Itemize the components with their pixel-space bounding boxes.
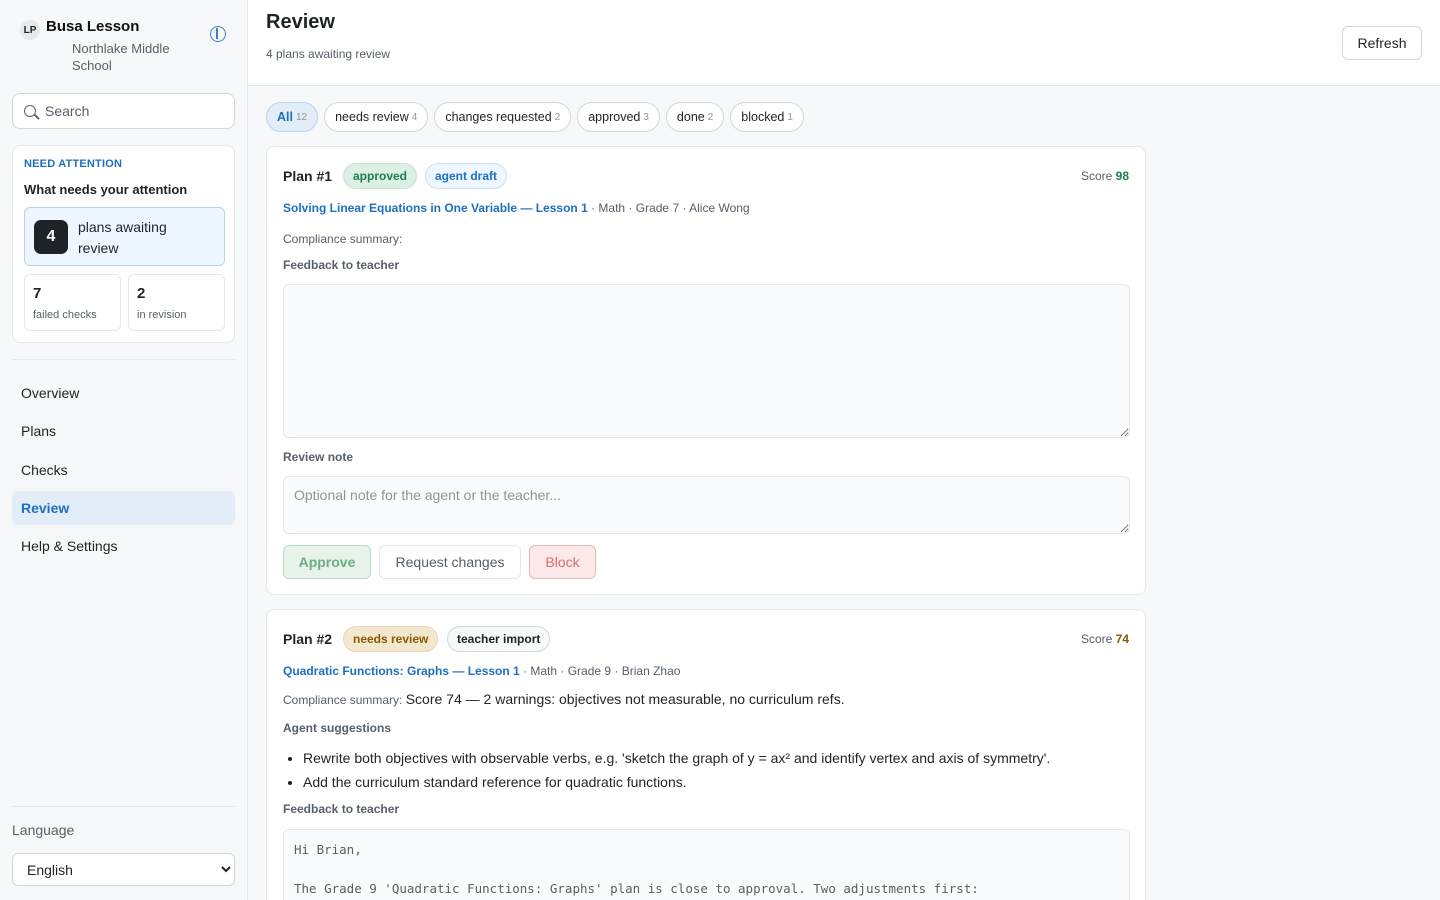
feedback-label: Feedback to teacher <box>283 802 400 816</box>
status-badge: needs review <box>343 626 439 652</box>
filter-label: approved <box>588 110 641 124</box>
sidebar-toggle-icon[interactable] <box>210 26 226 42</box>
feedback-textarea[interactable] <box>283 284 1130 438</box>
sidebar-divider <box>12 806 235 807</box>
nav-item-help-settings[interactable]: Help & Settings <box>12 529 235 563</box>
compliance-label: Compliance summary: <box>283 693 403 707</box>
filter-count: 4 <box>411 111 418 123</box>
nav-item-checks[interactable]: Checks <box>12 453 235 487</box>
status-badge: approved <box>343 163 418 189</box>
page-title: Review <box>266 11 335 33</box>
attention-panel: NEED ATTENTION What needs your attention… <box>12 145 235 343</box>
page-subtitle: 4 plans awaiting review <box>266 47 391 61</box>
filter-label: needs review <box>335 110 409 124</box>
score-value: 74 <box>1115 632 1129 646</box>
brand: LP Busa Lesson Northlake Middle School <box>20 18 230 78</box>
attention-title: What needs your attention <box>24 182 188 197</box>
status-filters: All 12 needs review 4 changes requested 2 a… <box>266 102 804 132</box>
refresh-button[interactable]: Refresh <box>1342 26 1422 60</box>
plan-title: Plan #2 <box>283 631 333 647</box>
feedback-textarea[interactable]: Hi Brian, The Grade 9 'Quadratic Functio… <box>283 829 1130 900</box>
source-badge: teacher import <box>447 626 551 652</box>
plan-score: Score 74 <box>1081 632 1129 646</box>
awaiting-review-label: plans awaiting review <box>78 219 167 256</box>
plan-card: Plan #2 needs review teacher import Scor… <box>266 609 1146 900</box>
suggestions-label: Agent suggestions <box>283 721 392 735</box>
awaiting-review-card[interactable]: 4 plans awaiting review <box>24 207 225 266</box>
filter-count: 2 <box>554 111 561 123</box>
sidebar-divider <box>12 359 235 360</box>
filter-blocked[interactable]: blocked 1 <box>730 102 804 132</box>
nav-item-plans[interactable]: Plans <box>12 414 235 448</box>
review-note-label: Review note <box>283 450 354 464</box>
filter-count: 3 <box>643 111 649 123</box>
in-revision-card[interactable]: 2 in revision <box>128 274 225 331</box>
filter-all[interactable]: All 12 <box>266 102 319 132</box>
filter-label: All <box>277 110 293 124</box>
suggestion-item: Rewrite both objectives with observable … <box>303 746 1050 770</box>
filter-count: 1 <box>787 111 793 123</box>
brand-name: Busa Lesson <box>46 18 140 35</box>
feedback-label: Feedback to teacher <box>283 258 400 272</box>
search-icon <box>24 105 36 117</box>
compliance-value: Score 74 — 2 warnings: objectives not me… <box>405 691 845 707</box>
plan-card: Plan #1 approved agent draft Score 98 So… <box>266 146 1146 595</box>
filter-count: 2 <box>707 111 714 123</box>
filter-label: blocked <box>741 110 785 124</box>
attention-kicker: NEED ATTENTION <box>24 158 123 170</box>
filter-needs-review[interactable]: needs review 4 <box>324 102 429 132</box>
sidebar: LP Busa Lesson Northlake Middle School N… <box>0 0 248 900</box>
page-header: Review 4 plans awaiting review Refresh <box>248 0 1440 86</box>
compliance-summary: Compliance summary: <box>283 230 402 246</box>
block-button[interactable]: Block <box>529 545 596 579</box>
plan-info: Quadratic Functions: Graphs — Lesson 1 ·… <box>283 664 680 678</box>
plan-meta: · Math · Grade 9 · Brian Zhao <box>519 664 681 678</box>
request-changes-button[interactable]: Request changes <box>379 545 521 579</box>
filter-label: changes requested <box>445 110 552 124</box>
brand-logo: LP <box>20 20 40 40</box>
school-name: Northlake Middle School <box>72 41 170 73</box>
filter-count: 12 <box>295 111 308 123</box>
plan-meta: · Math · Grade 7 · Alice Wong <box>587 201 750 215</box>
suggestion-item: Add the curriculum standard reference fo… <box>303 770 1050 794</box>
plan-score: Score 98 <box>1081 169 1129 183</box>
filter-changes-requested[interactable]: changes requested 2 <box>434 102 572 132</box>
awaiting-review-count: 4 <box>34 220 68 254</box>
compliance-summary: Compliance summary: Score 74 — 2 warning… <box>283 691 845 707</box>
failed-checks-count: 7 <box>33 285 42 302</box>
filter-approved[interactable]: approved 3 <box>577 102 660 132</box>
search-box[interactable] <box>12 93 235 129</box>
score-label: Score <box>1080 632 1113 646</box>
review-note-textarea[interactable] <box>283 476 1130 534</box>
failed-checks-label: failed checks <box>33 309 97 321</box>
plan-info: Solving Linear Equations in One Variable… <box>283 201 750 215</box>
nav-item-overview[interactable]: Overview <box>12 376 235 410</box>
plan-link[interactable]: Quadratic Functions: Graphs — Lesson 1 <box>283 664 520 678</box>
language-label: Language <box>12 822 75 838</box>
failed-checks-card[interactable]: 7 failed checks <box>24 274 121 331</box>
score-value: 98 <box>1115 169 1129 183</box>
in-revision-label: in revision <box>137 309 187 321</box>
search-input[interactable] <box>45 94 230 128</box>
in-revision-count: 2 <box>137 285 146 302</box>
suggestions-list: Rewrite both objectives with observable … <box>303 746 1050 794</box>
approve-button[interactable]: Approve <box>283 545 371 579</box>
filter-label: done <box>676 110 705 124</box>
language-select[interactable]: English <box>12 853 235 886</box>
plan-link[interactable]: Solving Linear Equations in One Variable… <box>283 201 588 215</box>
score-label: Score <box>1080 169 1113 183</box>
filter-done[interactable]: done 2 <box>665 102 725 132</box>
nav-item-review[interactable]: Review <box>12 491 235 525</box>
plan-title: Plan #1 <box>283 168 333 184</box>
compliance-label: Compliance summary: <box>283 232 403 246</box>
source-badge: agent draft <box>425 163 508 189</box>
